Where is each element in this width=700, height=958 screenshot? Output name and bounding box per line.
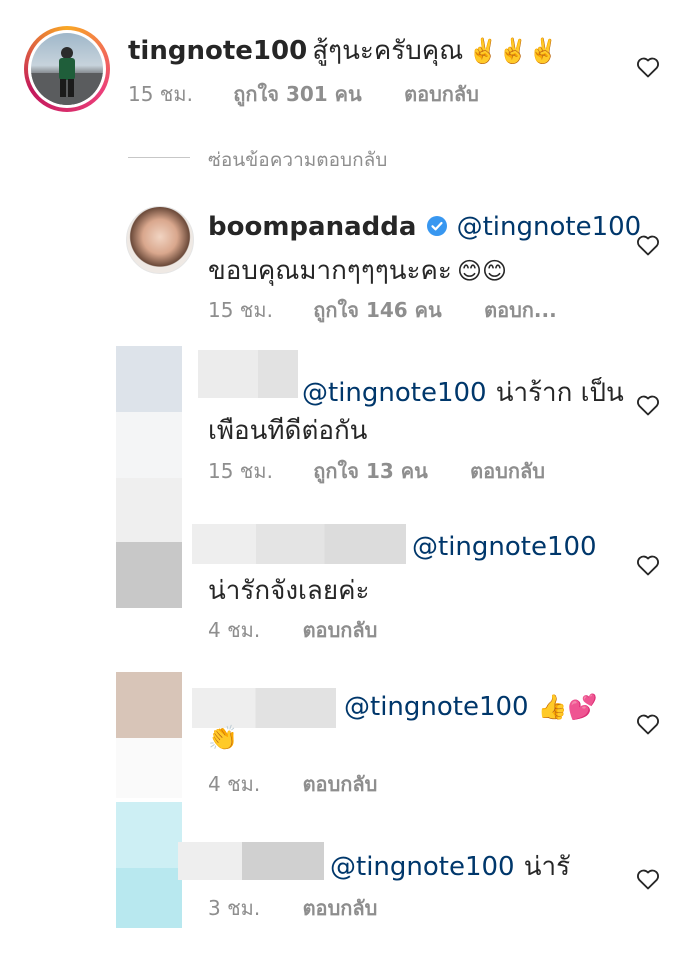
avatar-blurred-lower <box>116 542 182 608</box>
reply-button[interactable]: ตอบกลับ <box>303 772 378 796</box>
hide-replies-label: ซ่อนข้อความตอบกลับ <box>208 149 388 171</box>
thumbs-up-hearts-emoji: 👍💕 <box>537 693 598 721</box>
reply-button[interactable]: ตอบกลับ <box>470 459 545 483</box>
comment-text: น่ารักจังเลยค่ะ <box>208 576 370 606</box>
comment-username[interactable]: tingnote100 <box>128 36 307 66</box>
avatar-blurred[interactable] <box>116 346 182 412</box>
comment-text: ขอบคุณมากๆๆๆนะคะ <box>208 256 452 286</box>
clapping-hands-emoji: 👏 <box>208 724 238 752</box>
avatar-blurred-lower <box>116 412 182 478</box>
smile-emoji: 😊😊 <box>456 257 508 285</box>
avatar-blurred[interactable] <box>116 672 182 738</box>
username-blurred[interactable] <box>198 350 298 398</box>
avatar-ring[interactable] <box>24 26 110 112</box>
divider-line <box>128 157 190 158</box>
avatar-boompanadda[interactable] <box>126 206 194 274</box>
username-blurred[interactable] <box>192 688 336 728</box>
comment-likes[interactable]: ถูกใจ 13 คน <box>313 459 428 483</box>
comment-time: 15 ชม. <box>208 298 273 322</box>
comment-username[interactable]: boompanadda <box>208 212 416 242</box>
comment-mention[interactable]: @tingnote100 <box>330 852 515 882</box>
comment-time: 4 ชม. <box>208 618 261 642</box>
reply-button[interactable]: ตอบก... <box>484 298 557 322</box>
username-blurred[interactable] <box>178 842 324 880</box>
heart-icon[interactable] <box>636 554 660 576</box>
comment-likes[interactable]: ถูกใจ 301 คน <box>233 82 361 106</box>
comment-text: สู้ๆนะครับคุณ <box>312 36 464 66</box>
avatar-blurred-lower <box>116 868 182 928</box>
comment-time: 3 ชม. <box>208 896 261 920</box>
username-blurred[interactable] <box>192 524 406 564</box>
comment-mention[interactable]: @tingnote100 <box>302 378 487 408</box>
heart-icon[interactable] <box>636 56 660 78</box>
avatar-blurred[interactable] <box>116 478 182 542</box>
reply-button[interactable]: ตอบกลับ <box>303 896 378 920</box>
avatar-tingnote100 <box>31 33 103 105</box>
avatar-blurred[interactable] <box>116 802 182 868</box>
comment-likes[interactable]: ถูกใจ 146 คน <box>313 298 441 322</box>
reply-button[interactable]: ตอบกลับ <box>303 618 378 642</box>
comment-text-line2: เพือนทีดีต่อกัน <box>208 416 368 446</box>
heart-icon[interactable] <box>636 234 660 256</box>
comment-text: น่ารั <box>523 852 571 882</box>
comment-mention[interactable]: @tingnote100 <box>412 532 597 562</box>
comment-text-line1: น่าร้าก เป็น <box>495 378 624 408</box>
heart-icon[interactable] <box>636 394 660 416</box>
avatar-blurred-lower <box>116 738 182 798</box>
victory-hands-emoji: ✌️✌️✌️ <box>468 37 558 65</box>
comment-mention[interactable]: @tingnote100 <box>457 212 642 242</box>
comment-time: 4 ชม. <box>208 772 261 796</box>
heart-icon[interactable] <box>636 868 660 890</box>
reply-button[interactable]: ตอบกลับ <box>404 82 479 106</box>
comment-time: 15 ชม. <box>128 82 193 106</box>
comment-time: 15 ชม. <box>208 459 273 483</box>
heart-icon[interactable] <box>636 713 660 735</box>
verified-badge-icon <box>426 216 447 236</box>
comment-mention[interactable]: @tingnote100 <box>344 692 529 722</box>
